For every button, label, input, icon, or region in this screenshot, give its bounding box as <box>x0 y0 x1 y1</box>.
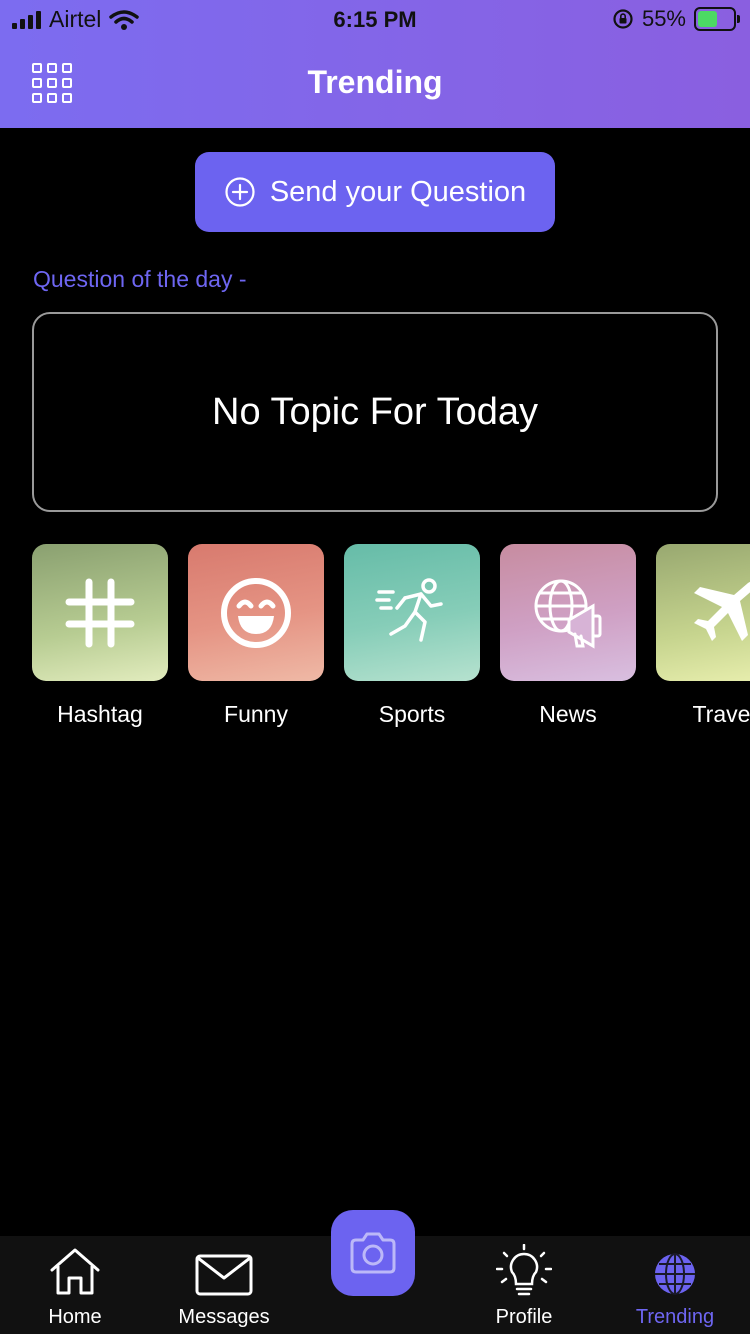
smile-icon <box>221 577 291 648</box>
nav-label: Home <box>48 1306 102 1328</box>
status-bar: Airtel 6:15 PM 55% <box>0 0 750 40</box>
nav-profile[interactable]: Profile <box>478 1236 570 1334</box>
battery-icon <box>694 7 740 31</box>
header: Airtel 6:15 PM 55% Trending <box>0 0 750 128</box>
nav-trending[interactable]: Trending <box>624 1236 726 1334</box>
hashtag-icon <box>65 578 135 647</box>
home-icon <box>50 1248 100 1295</box>
globe-megaphone-icon <box>534 579 602 649</box>
category-label: Sports <box>378 701 446 727</box>
category-tile <box>656 544 750 681</box>
category-news[interactable]: News <box>500 544 636 728</box>
mail-icon <box>195 1254 253 1296</box>
plus-circle-icon <box>225 177 255 207</box>
camera-button[interactable] <box>331 1210 415 1296</box>
camera-icon <box>350 1232 396 1274</box>
airplane-icon <box>694 581 750 641</box>
nav-label: Profile <box>495 1306 553 1328</box>
battery-percent: 55% <box>641 6 686 31</box>
category-tile <box>188 544 324 681</box>
category-tile <box>344 544 480 681</box>
question-of-day-label: Question of the day - <box>33 266 247 292</box>
category-travel[interactable]: Travel <box>656 544 750 728</box>
category-label: Travel <box>692 701 750 727</box>
category-list: Hashtag Funny Sports News Travel <box>32 544 750 744</box>
category-hashtag[interactable]: Hashtag <box>32 544 168 728</box>
topic-card: No Topic For Today <box>32 312 718 512</box>
globe-icon <box>655 1253 695 1295</box>
category-tile <box>32 544 168 681</box>
lightbulb-icon <box>496 1244 552 1296</box>
category-label: News <box>539 701 597 727</box>
page-title: Trending <box>307 64 443 100</box>
topic-text: No Topic For Today <box>212 390 538 433</box>
nav-messages[interactable]: Messages <box>170 1236 278 1334</box>
nav-label: Trending <box>635 1306 715 1328</box>
runner-icon <box>375 577 443 642</box>
nav-home[interactable]: Home <box>30 1236 120 1334</box>
orientation-lock-icon <box>613 9 633 29</box>
category-label: Funny <box>224 701 288 727</box>
nav-label: Messages <box>178 1306 270 1328</box>
category-funny[interactable]: Funny <box>188 544 324 728</box>
category-sports[interactable]: Sports <box>344 544 480 728</box>
category-label: Hashtag <box>57 701 143 727</box>
send-question-label: Send your Question <box>269 175 527 208</box>
send-question-button[interactable]: Send your Question <box>195 152 555 232</box>
category-tile <box>500 544 636 681</box>
